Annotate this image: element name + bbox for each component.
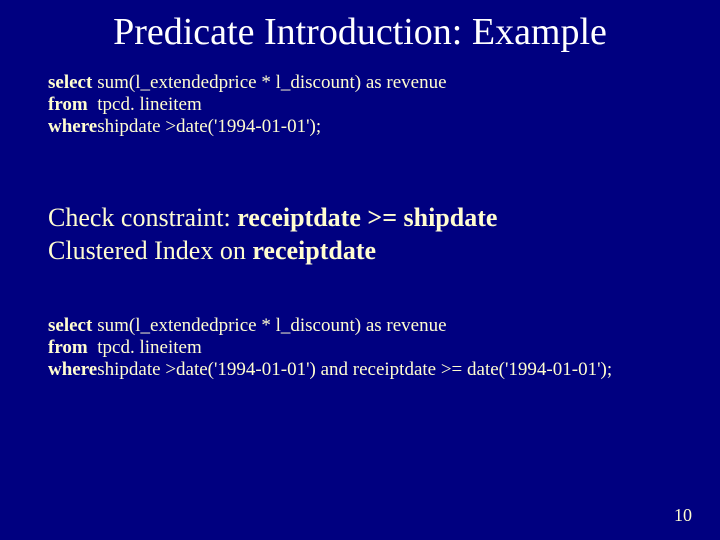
sql-clause-from: tpcd. lineitem: [97, 337, 612, 359]
sql-keyword-from: from: [48, 94, 97, 116]
sql-row: select sum(l_extendedprice * l_discount)…: [48, 315, 612, 337]
sql-clause-where: shipdate >date('1994-01-01') and receipt…: [97, 359, 612, 381]
sql-clause-select: sum(l_extendedprice * l_discount) as rev…: [97, 315, 612, 337]
clustered-index-col: receiptdate: [252, 236, 376, 265]
sql-row: from tpcd. lineitem: [48, 337, 612, 359]
sql-block-original: select sum(l_extendedprice * l_discount)…: [48, 72, 690, 138]
check-constraint-expr: receiptdate >= shipdate: [237, 203, 497, 232]
sql-clause-from: tpcd. lineitem: [97, 94, 446, 116]
page-number: 10: [674, 505, 692, 526]
sql-clause-where: shipdate >date('1994-01-01');: [97, 116, 446, 138]
sql-keyword-where: where: [48, 359, 97, 381]
clustered-index-line: Clustered Index on receiptdate: [48, 235, 690, 268]
sql-keyword-select: select: [48, 72, 97, 94]
explanation-text: Check constraint: receiptdate >= shipdat…: [48, 202, 690, 267]
sql-keyword-select: select: [48, 315, 97, 337]
sql-row: where shipdate >date('1994-01-01');: [48, 116, 447, 138]
slide: Predicate Introduction: Example select s…: [0, 0, 720, 540]
sql-row: from tpcd. lineitem: [48, 94, 447, 116]
sql-keyword-where: where: [48, 116, 97, 138]
sql-clause-select: sum(l_extendedprice * l_discount) as rev…: [97, 72, 446, 94]
clustered-index-label: Clustered Index on: [48, 236, 252, 265]
sql-block-rewritten: select sum(l_extendedprice * l_discount)…: [48, 315, 690, 381]
slide-title: Predicate Introduction: Example: [0, 0, 720, 72]
check-constraint-line: Check constraint: receiptdate >= shipdat…: [48, 202, 690, 235]
sql-keyword-from: from: [48, 337, 97, 359]
sql-row: where shipdate >date('1994-01-01') and r…: [48, 359, 612, 381]
slide-content: select sum(l_extendedprice * l_discount)…: [0, 72, 720, 381]
sql-row: select sum(l_extendedprice * l_discount)…: [48, 72, 447, 94]
check-constraint-label: Check constraint:: [48, 203, 237, 232]
